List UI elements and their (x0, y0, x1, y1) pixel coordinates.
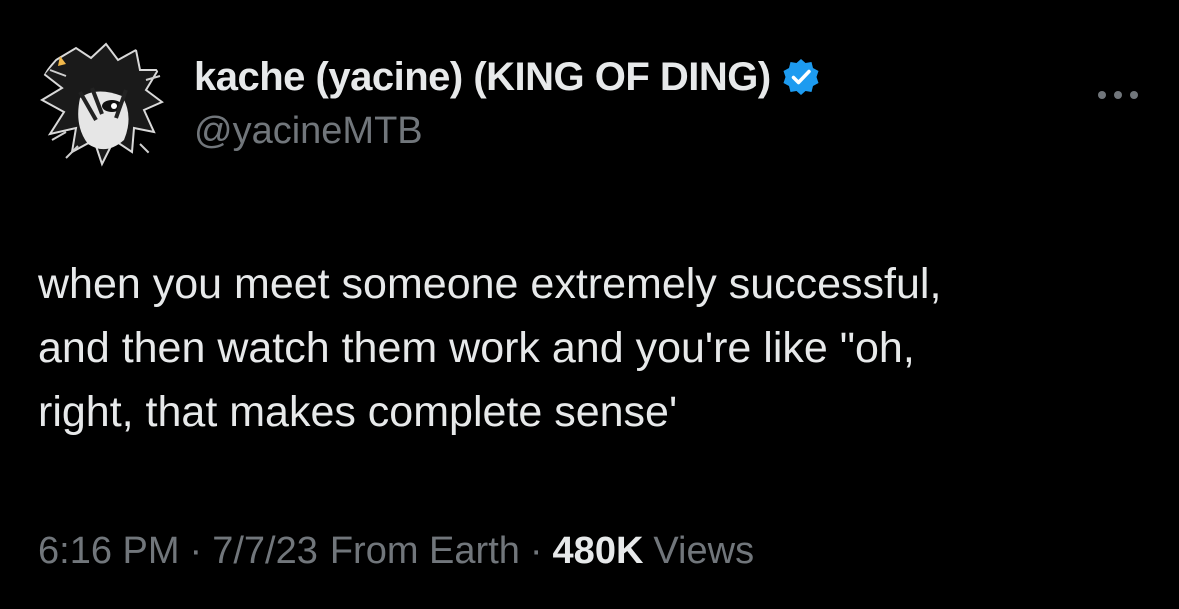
views-label: Views (653, 530, 755, 572)
separator: · (529, 530, 543, 572)
tweet-card: kache (yacine) (KING OF DING) @yacineMTB… (0, 0, 1179, 609)
tweet-date[interactable]: 7/7/23 (212, 530, 318, 573)
author-name-row: kache (yacine) (KING OF DING) (194, 52, 821, 102)
author-handle[interactable]: @yacineMTB (194, 110, 423, 153)
avatar[interactable] (36, 40, 168, 172)
views-count[interactable]: 480K (553, 530, 644, 573)
tweet-time[interactable]: 6:16 PM (38, 530, 180, 573)
tweet-source: From Earth (329, 530, 520, 572)
separator: · (189, 530, 203, 572)
tweet-text: when you meet someone extremely successf… (38, 260, 942, 436)
tweet-metadata: 6:16 PM · 7/7/23 From Earth · 480K Views (38, 530, 754, 573)
verified-badge-icon (781, 57, 821, 97)
more-options-icon[interactable] (1093, 80, 1143, 110)
avatar-image (36, 40, 168, 172)
display-name[interactable]: kache (yacine) (KING OF DING) (194, 55, 771, 100)
